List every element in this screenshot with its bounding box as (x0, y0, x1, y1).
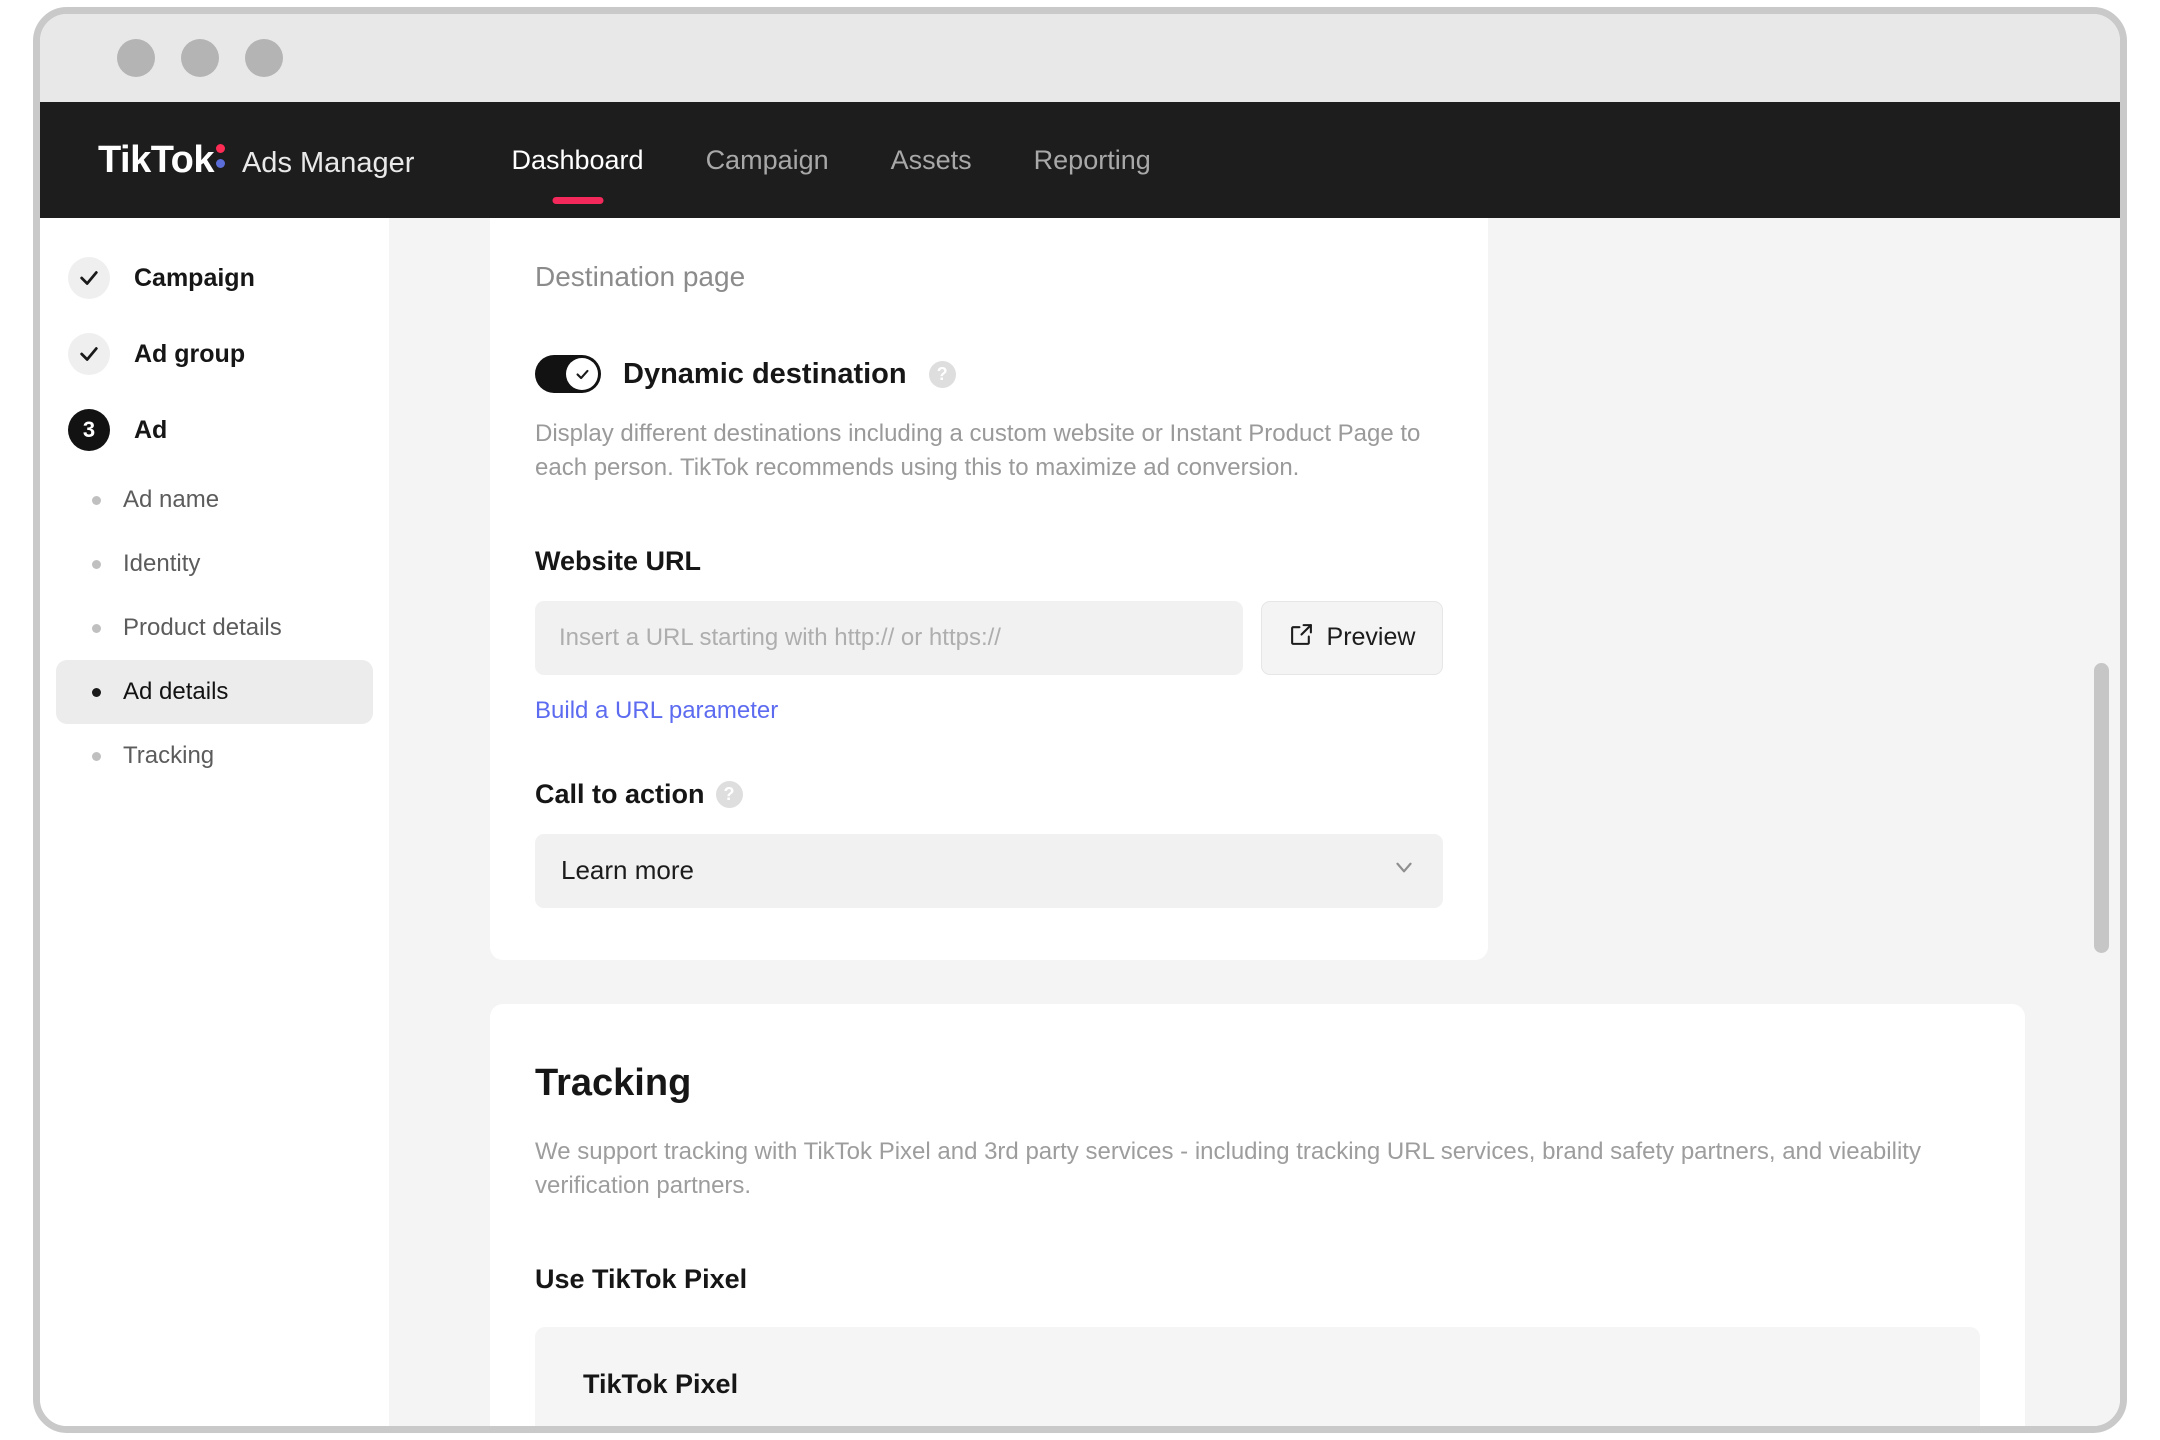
preview-button-label: Preview (1326, 623, 1416, 652)
dynamic-destination-label: Dynamic destination (623, 357, 907, 390)
help-icon[interactable]: ? (715, 780, 743, 808)
brand-subtitle: Ads Manager (241, 146, 415, 179)
tiktok-logo: TikTok (98, 139, 231, 182)
bullet-icon (92, 559, 101, 569)
sidebar-step-label: Campaign (134, 263, 255, 292)
sidebar-step-campaign[interactable]: Campaign (40, 240, 389, 316)
app-body: Campaign Ad group 3 Ad Ad name Identity (40, 218, 2120, 1426)
vertical-scrollbar[interactable] (2090, 218, 2112, 1426)
website-url-row: Preview (535, 600, 1443, 675)
browser-window: TikTok Ads Manager Dashboard Campaign As… (33, 7, 2127, 1433)
preview-button[interactable]: Preview (1261, 600, 1443, 675)
tiktok-colon-icon (215, 142, 226, 172)
bullet-icon (92, 623, 101, 633)
bullet-icon (92, 751, 101, 761)
external-link-icon (1289, 622, 1314, 654)
brand[interactable]: TikTok Ads Manager (98, 139, 414, 182)
call-to-action-select[interactable]: Learn more (535, 833, 1443, 908)
website-url-label-text: Website URL (535, 545, 702, 576)
tiktok-pixel-panel: TikTok Pixel Pixel Name (535, 1327, 1980, 1426)
sidebar-step-ad[interactable]: 3 Ad (40, 392, 389, 468)
dynamic-destination-description: Display different destinations including… (535, 420, 1421, 482)
nav-items: Dashboard Campaign Assets Reporting (480, 139, 1181, 182)
sidebar-item-tracking[interactable]: Tracking (56, 724, 373, 788)
minimize-dot[interactable] (181, 39, 219, 77)
sidebar-step-label: Ad group (134, 339, 246, 368)
sidebar-item-label: Identity (123, 550, 201, 577)
nav-item-dashboard[interactable]: Dashboard (480, 139, 674, 182)
sidebar-item-product-details[interactable]: Product details (56, 596, 373, 660)
maximize-dot[interactable] (245, 39, 283, 77)
close-dot[interactable] (117, 39, 155, 77)
main-content: Destination page Dynamic destination ? D… (389, 218, 2120, 1426)
tracking-card: Tracking We support tracking with TikTok… (490, 1003, 2025, 1426)
call-to-action-selected-value: Learn more (561, 855, 694, 886)
sidebar: Campaign Ad group 3 Ad Ad name Identity (40, 218, 389, 1426)
step-number-badge: 3 (68, 409, 110, 451)
chevron-down-icon (1391, 854, 1417, 887)
nav-item-assets[interactable]: Assets (860, 139, 1003, 182)
website-url-input[interactable] (535, 600, 1243, 675)
nav-item-campaign[interactable]: Campaign (675, 139, 860, 182)
tiktok-pixel-title: TikTok Pixel (583, 1369, 739, 1400)
check-icon (68, 257, 110, 299)
website-url-label: Website URL (535, 546, 1443, 577)
bullet-icon (92, 495, 101, 505)
window-titlebar (40, 14, 2120, 102)
sidebar-item-label: Ad name (123, 486, 220, 513)
scrollbar-thumb[interactable] (2094, 663, 2109, 953)
sidebar-item-label: Ad details (123, 678, 229, 705)
toggle-knob (566, 358, 598, 390)
top-navigation-bar: TikTok Ads Manager Dashboard Campaign As… (40, 102, 2120, 218)
tracking-description: We support tracking with TikTok Pixel an… (535, 1137, 1921, 1200)
sidebar-step-ad-group[interactable]: Ad group (40, 316, 389, 392)
section-title-destination: Destination page (535, 261, 746, 292)
build-url-parameter-link[interactable]: Build a URL parameter (535, 697, 778, 725)
help-icon[interactable]: ? (928, 360, 956, 388)
call-to-action-label: Call to action ? (535, 779, 1443, 810)
sidebar-item-identity[interactable]: Identity (56, 532, 373, 596)
use-tiktok-pixel-label: Use TikTok Pixel (535, 1264, 748, 1295)
call-to-action-label-text: Call to action (535, 778, 705, 809)
call-to-action-block: Call to action ? Learn more (535, 779, 1443, 908)
tracking-title: Tracking (535, 1061, 692, 1104)
dynamic-destination-row: Dynamic destination ? (535, 355, 1443, 393)
check-icon (68, 333, 110, 375)
sidebar-item-ad-details[interactable]: Ad details (56, 660, 373, 724)
sidebar-item-label: Product details (123, 614, 282, 641)
destination-page-card: Destination page Dynamic destination ? D… (490, 218, 1488, 960)
sidebar-item-ad-name[interactable]: Ad name (56, 468, 373, 532)
sidebar-item-label: Tracking (123, 742, 215, 769)
nav-item-reporting[interactable]: Reporting (1003, 139, 1182, 182)
bullet-icon (92, 687, 101, 697)
sidebar-step-label: Ad (134, 415, 168, 444)
dynamic-destination-toggle[interactable] (535, 355, 601, 393)
